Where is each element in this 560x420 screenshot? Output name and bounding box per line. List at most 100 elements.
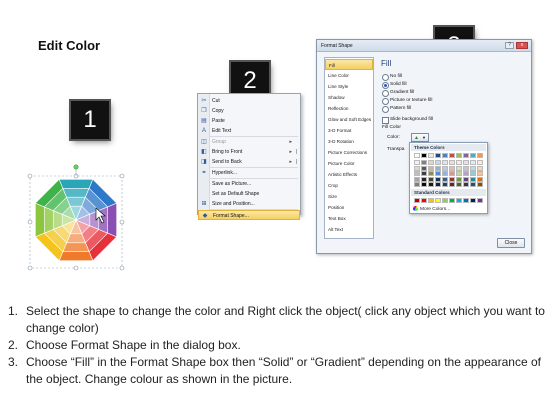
theme-shade-swatch[interactable]: [428, 165, 434, 171]
category-position[interactable]: Position: [325, 202, 373, 213]
theme-shade-swatch[interactable]: [421, 165, 427, 171]
octagon-shape[interactable]: [22, 162, 130, 272]
help-button[interactable]: ?: [505, 42, 514, 49]
theme-shade-swatch[interactable]: [435, 176, 441, 182]
theme-shade-swatch[interactable]: [463, 171, 469, 176]
theme-shade-swatch[interactable]: [463, 160, 469, 165]
standard-color-swatch[interactable]: [449, 198, 455, 203]
theme-shade-swatch[interactable]: [421, 171, 427, 176]
menu-item-format-shape[interactable]: ◆ Format Shape...: [198, 210, 300, 220]
theme-color-swatch[interactable]: [456, 153, 462, 158]
menu-item-send-to-back[interactable]: ◨ Send to Back ▸ |: [198, 157, 300, 167]
theme-color-swatch[interactable]: [470, 153, 476, 158]
theme-shade-swatch[interactable]: [470, 182, 476, 187]
category-glow-and-soft-edges[interactable]: Glow and Soft Edges: [325, 114, 373, 125]
theme-shade-swatch[interactable]: [456, 165, 462, 171]
fill-option-pattern-fill[interactable]: Pattern fill: [382, 105, 411, 113]
theme-shade-swatch[interactable]: [435, 182, 441, 187]
standard-color-swatch[interactable]: [435, 198, 441, 203]
theme-shade-swatch[interactable]: [442, 160, 448, 165]
theme-color-swatch[interactable]: [442, 153, 448, 158]
theme-shade-swatch[interactable]: [414, 182, 420, 187]
menu-item-set-as-default-shape[interactable]: Set as Default Shape: [198, 189, 300, 199]
theme-shade-swatch[interactable]: [414, 165, 420, 171]
theme-shade-swatch[interactable]: [463, 176, 469, 182]
fill-option-solid-fill[interactable]: Solid fill: [382, 81, 407, 89]
category-size[interactable]: Size: [325, 191, 373, 202]
standard-color-swatch[interactable]: [428, 198, 434, 203]
standard-color-swatch[interactable]: [421, 198, 427, 203]
theme-shade-swatch[interactable]: [421, 182, 427, 187]
theme-color-swatch[interactable]: [477, 153, 483, 158]
close-icon[interactable]: x: [516, 42, 528, 49]
category-picture-color[interactable]: Picture Color: [325, 158, 373, 169]
theme-shade-swatch[interactable]: [442, 176, 448, 182]
theme-shade-swatch[interactable]: [449, 165, 455, 171]
theme-shade-swatch[interactable]: [470, 171, 476, 176]
theme-shade-swatch[interactable]: [442, 171, 448, 176]
category-fill[interactable]: Fill: [325, 59, 373, 70]
resize-handle[interactable]: [27, 265, 33, 271]
theme-shade-swatch[interactable]: [414, 176, 420, 182]
theme-shade-swatch[interactable]: [435, 171, 441, 176]
color-picker-button[interactable]: ▲ ▼: [411, 133, 429, 142]
theme-color-swatch[interactable]: [421, 153, 427, 158]
theme-shade-swatch[interactable]: [456, 171, 462, 176]
resize-handle[interactable]: [119, 173, 125, 179]
theme-shade-swatch[interactable]: [449, 160, 455, 165]
theme-shade-swatch[interactable]: [414, 160, 420, 165]
menu-item-group[interactable]: ◫ Group ▸: [198, 137, 300, 147]
theme-color-swatch[interactable]: [449, 153, 455, 158]
theme-shade-swatch[interactable]: [477, 160, 483, 165]
standard-color-swatch[interactable]: [470, 198, 476, 203]
category-picture-corrections[interactable]: Picture Corrections: [325, 147, 373, 158]
theme-shade-swatch[interactable]: [449, 176, 455, 182]
theme-shade-swatch[interactable]: [428, 160, 434, 165]
menu-item-edit-text[interactable]: A Edit Text: [198, 126, 300, 136]
theme-color-swatch[interactable]: [435, 153, 441, 158]
menu-item-save-as-picture[interactable]: Save as Picture...: [198, 179, 300, 189]
resize-handle[interactable]: [27, 173, 33, 179]
theme-shade-swatch[interactable]: [456, 182, 462, 187]
fill-option-picture-or-texture-fill[interactable]: Picture or texture fill: [382, 97, 432, 105]
menu-item-copy[interactable]: ❐ Copy: [198, 106, 300, 116]
fill-option-gradient-fill[interactable]: Gradient fill: [382, 89, 414, 97]
menu-item-size-and-position[interactable]: ⊞ Size and Position...: [198, 199, 300, 209]
theme-color-swatch[interactable]: [428, 153, 434, 158]
theme-shade-swatch[interactable]: [421, 160, 427, 165]
theme-shade-swatch[interactable]: [428, 176, 434, 182]
rotation-handle[interactable]: [73, 164, 79, 170]
theme-shade-swatch[interactable]: [449, 182, 455, 187]
standard-color-swatch[interactable]: [463, 198, 469, 203]
theme-shade-swatch[interactable]: [442, 182, 448, 187]
category-reflection[interactable]: Reflection: [325, 103, 373, 114]
theme-shade-swatch[interactable]: [463, 182, 469, 187]
theme-shade-swatch[interactable]: [470, 160, 476, 165]
category-3-d-rotation[interactable]: 3-D Rotation: [325, 136, 373, 147]
category-shadow[interactable]: Shadow: [325, 92, 373, 103]
menu-item-hyperlink[interactable]: ⚭ Hyperlink...: [198, 168, 300, 178]
category-crop[interactable]: Crop: [325, 180, 373, 191]
standard-color-swatch[interactable]: [414, 198, 420, 203]
resize-handle[interactable]: [73, 265, 79, 271]
theme-shade-swatch[interactable]: [414, 171, 420, 176]
slide-background-checkbox[interactable]: Slide background fill: [382, 116, 433, 124]
more-colors-link[interactable]: More Colors...: [413, 206, 450, 213]
standard-color-swatch[interactable]: [477, 198, 483, 203]
menu-item-bring-to-front[interactable]: ◧ Bring to Front ▸ |: [198, 147, 300, 157]
category-line-color[interactable]: Line Color: [325, 70, 373, 81]
close-button[interactable]: Close: [497, 238, 525, 248]
theme-shade-swatch[interactable]: [449, 171, 455, 176]
theme-shade-swatch[interactable]: [470, 176, 476, 182]
theme-shade-swatch[interactable]: [477, 182, 483, 187]
theme-shade-swatch[interactable]: [470, 165, 476, 171]
theme-shade-swatch[interactable]: [435, 160, 441, 165]
category-line-style[interactable]: Line Style: [325, 81, 373, 92]
theme-shade-swatch[interactable]: [477, 165, 483, 171]
category-artistic-effects[interactable]: Artistic Effects: [325, 169, 373, 180]
standard-color-swatch[interactable]: [456, 198, 462, 203]
theme-color-swatch[interactable]: [414, 153, 420, 158]
resize-handle[interactable]: [119, 219, 125, 225]
theme-shade-swatch[interactable]: [456, 176, 462, 182]
theme-shade-swatch[interactable]: [477, 176, 483, 182]
